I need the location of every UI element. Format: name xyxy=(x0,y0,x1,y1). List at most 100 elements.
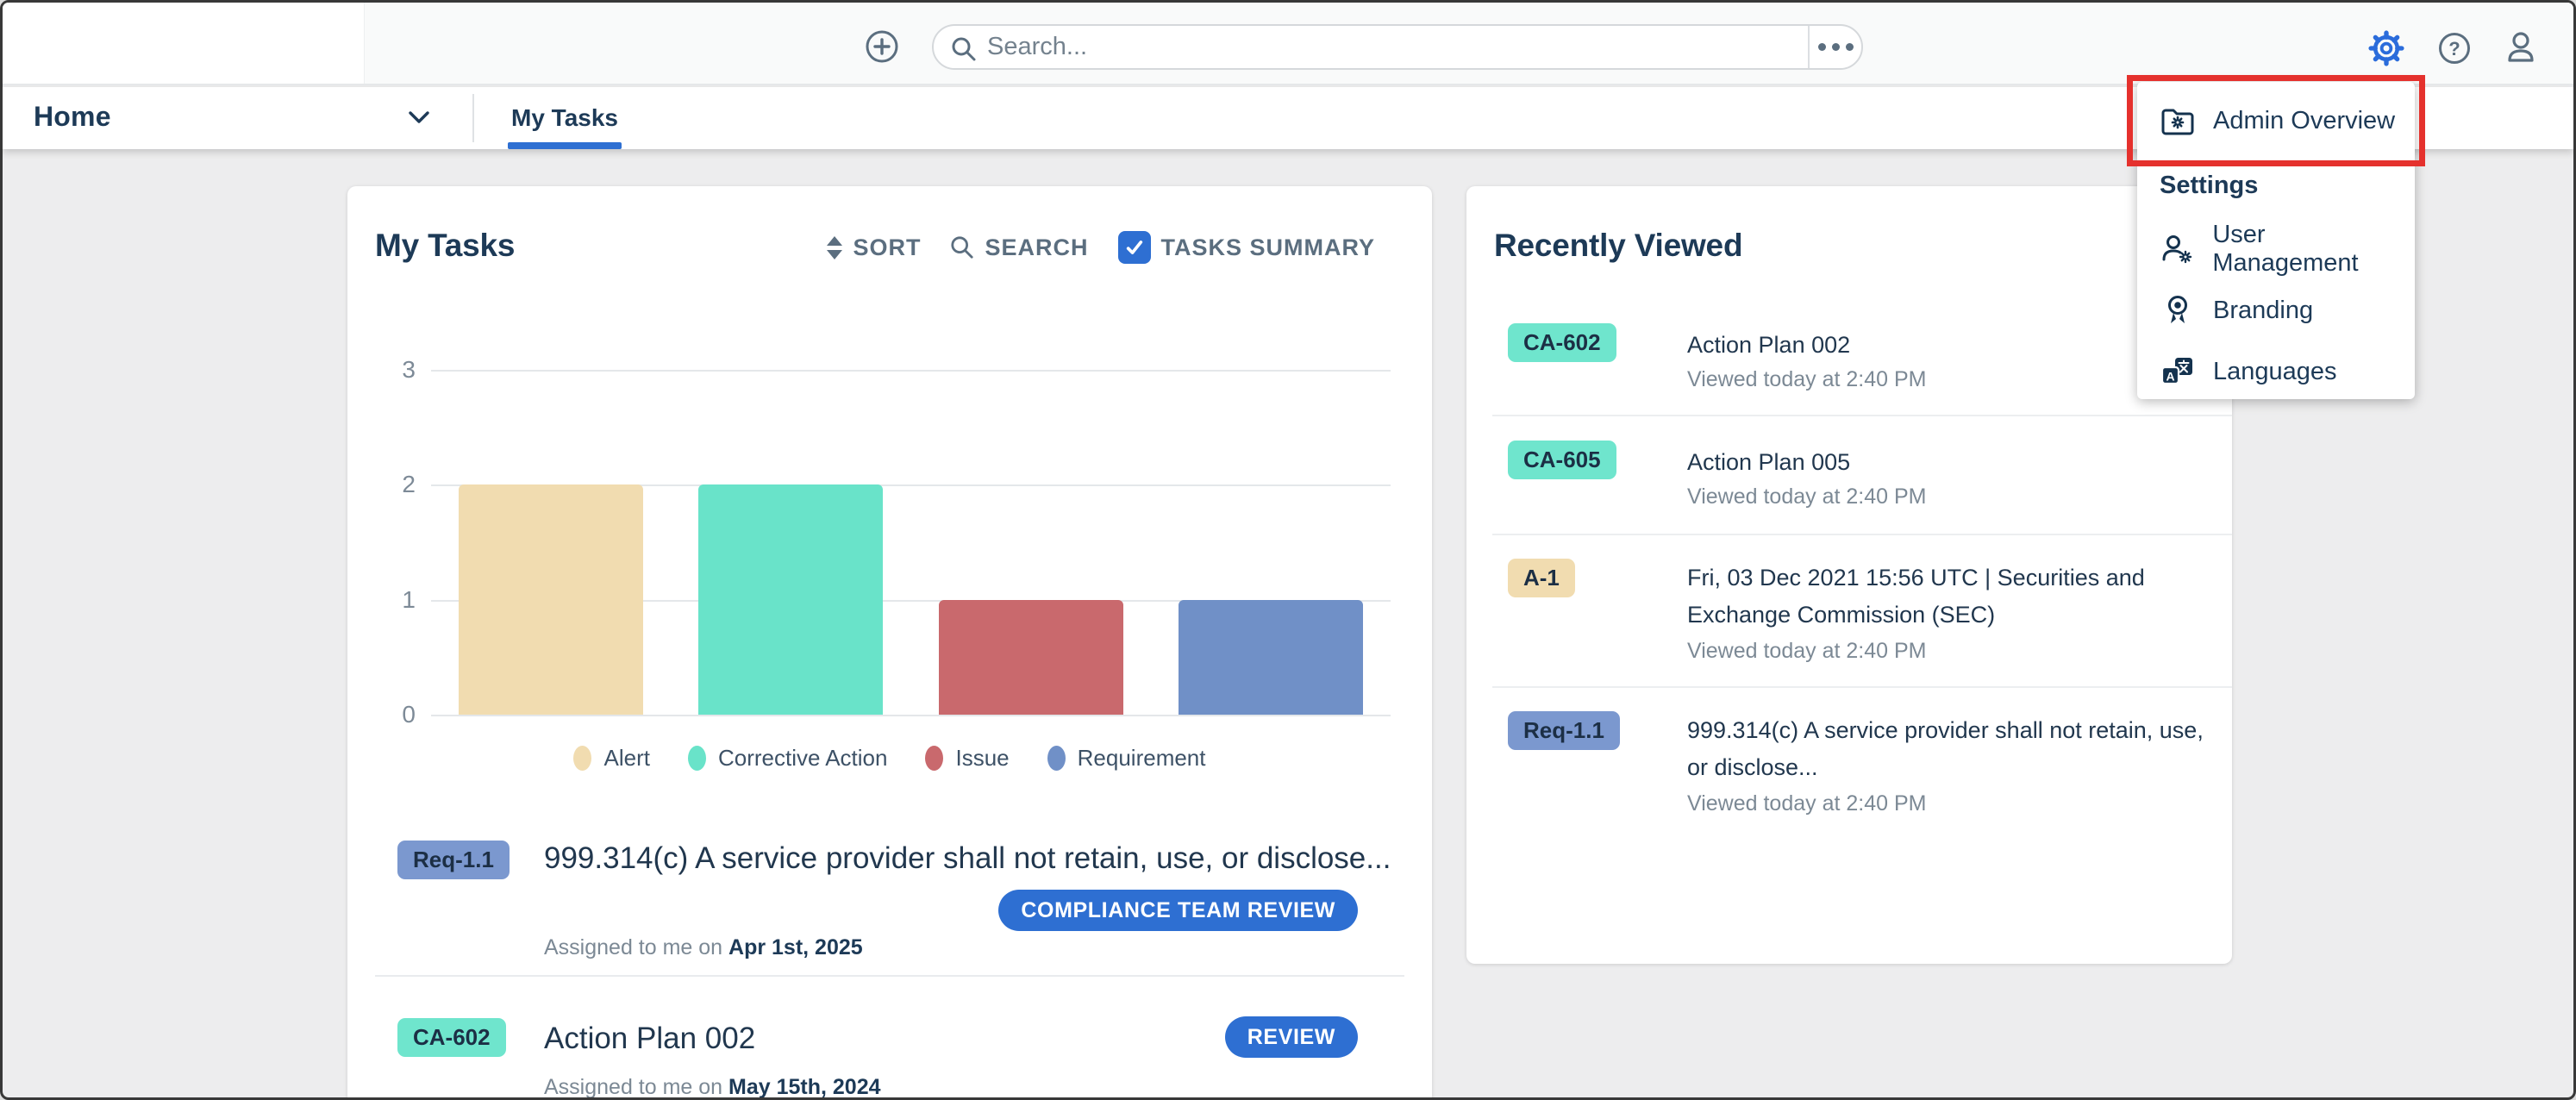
menu-section-settings: Settings xyxy=(2160,172,2258,200)
recent-item[interactable]: CA-602 Action Plan 002 Viewed today at 2… xyxy=(1466,316,2232,412)
tasks-summary-chart: 0123 xyxy=(431,371,1391,716)
recent-viewed-time: Viewed today at 2:40 PM xyxy=(1687,791,1927,816)
recent-title: Action Plan 002 xyxy=(1687,327,2211,364)
recent-item[interactable]: A-1 Fri, 03 Dec 2021 15:56 UTC | Securit… xyxy=(1466,553,2232,684)
active-tab-indicator xyxy=(508,142,622,149)
bar-corrective-action xyxy=(698,484,883,715)
ellipsis-icon xyxy=(1818,43,1826,51)
settings-button[interactable] xyxy=(2367,28,2406,68)
menu-item-user-management[interactable]: User Management xyxy=(2137,227,2415,272)
global-search xyxy=(932,24,1863,70)
recent-item[interactable]: CA-605 Action Plan 005 Viewed today at 2… xyxy=(1466,434,2232,531)
legend-label: Corrective Action xyxy=(718,745,888,772)
legend-item: Corrective Action xyxy=(688,745,888,772)
tab-my-tasks[interactable]: My Tasks xyxy=(492,87,637,149)
add-button[interactable] xyxy=(865,29,899,64)
recent-badge: CA-602 xyxy=(1508,323,1616,362)
bar-issue xyxy=(939,600,1123,715)
tasks-controls: SORT SEARCH TASKS SUMMARY xyxy=(827,231,1375,264)
recent-item[interactable]: Req-1.1 999.314(c) A service provider sh… xyxy=(1466,705,2232,836)
recent-title: 999.314(c) A service provider shall not … xyxy=(1687,712,2211,786)
chevron-down-icon xyxy=(408,109,430,125)
top-bar: ? xyxy=(3,3,2573,85)
help-button[interactable]: ? xyxy=(2437,31,2472,66)
bar-requirement xyxy=(1179,600,1363,715)
recent-title: Action Plan 005 xyxy=(1687,444,2211,481)
task-row: CA-602 Action Plan 002 REVIEW Assigned t… xyxy=(347,1009,1432,1100)
recent-divider xyxy=(1492,534,2232,535)
recent-badge: CA-605 xyxy=(1508,441,1616,479)
search-options-button[interactable] xyxy=(1808,26,1861,68)
recent-badge: Req-1.1 xyxy=(1508,711,1620,750)
legend-item: Issue xyxy=(925,745,1009,772)
legend-item: Requirement xyxy=(1047,745,1206,772)
my-tasks-title: My Tasks xyxy=(375,228,515,264)
search-icon xyxy=(950,235,974,259)
home-label: Home xyxy=(34,101,111,133)
task-row: Req-1.1 999.314(c) A service provider sh… xyxy=(347,826,1432,975)
sort-icon xyxy=(827,236,842,259)
menu-item-languages[interactable]: A Languages xyxy=(2137,349,2415,394)
home-dropdown[interactable]: Home xyxy=(3,87,472,149)
row-divider xyxy=(375,975,1404,977)
search-input[interactable] xyxy=(987,28,1806,66)
bar-alert xyxy=(459,484,643,715)
menu-item-label: Languages xyxy=(2213,358,2337,386)
recent-viewed-time: Viewed today at 2:40 PM xyxy=(1687,639,1927,664)
topbar-left-block xyxy=(3,3,365,84)
task-title[interactable]: 999.314(c) A service provider shall not … xyxy=(544,836,1423,881)
branding-icon xyxy=(2160,294,2196,327)
legend-swatch xyxy=(688,746,706,771)
menu-item-label: User Management xyxy=(2212,221,2415,278)
nav-divider xyxy=(472,94,474,142)
languages-icon: A xyxy=(2160,357,2196,386)
legend-swatch xyxy=(573,746,591,771)
tab-my-tasks-label: My Tasks xyxy=(511,104,618,132)
task-assigned: Assigned to me on May 15th, 2024 xyxy=(544,1075,881,1100)
task-status-button[interactable]: REVIEW xyxy=(1225,1016,1358,1058)
app-window: ? Home My Tasks My Tasks xyxy=(0,0,2576,1100)
my-tasks-panel: My Tasks SORT SEARCH xyxy=(347,186,1432,1100)
recent-badge: A-1 xyxy=(1508,559,1575,597)
legend-label: Issue xyxy=(955,745,1009,772)
tasks-search-button[interactable]: SEARCH xyxy=(950,234,1088,261)
y-tick-label: 3 xyxy=(371,356,416,384)
sort-button[interactable]: SORT xyxy=(827,234,921,261)
legend-label: Alert xyxy=(603,745,649,772)
recent-viewed-time: Viewed today at 2:40 PM xyxy=(1687,367,1927,392)
search-icon xyxy=(951,36,977,62)
y-tick-label: 0 xyxy=(371,701,416,728)
recent-divider xyxy=(1492,415,2232,416)
settings-dropdown-menu: Admin Overview Settings User xyxy=(2137,82,2415,399)
user-management-icon xyxy=(2160,234,2195,265)
grid-line xyxy=(431,715,1391,716)
menu-item-label: Branding xyxy=(2213,297,2313,325)
tasks-summary-toggle[interactable]: TASKS SUMMARY xyxy=(1118,231,1376,264)
task-badge: Req-1.1 xyxy=(397,841,510,879)
recent-viewed-time: Viewed today at 2:40 PM xyxy=(1687,484,1927,509)
recent-title: Fri, 03 Dec 2021 15:56 UTC | Securities … xyxy=(1687,559,2211,634)
user-profile-button[interactable] xyxy=(2503,29,2539,66)
gear-icon xyxy=(2367,28,2406,68)
y-tick-label: 2 xyxy=(371,471,416,498)
chart-legend: Alert Corrective Action Issue Requirement xyxy=(347,745,1432,772)
svg-text:?: ? xyxy=(2448,38,2460,59)
recently-viewed-panel: Recently Viewed CA-602 Action Plan 002 V… xyxy=(1466,186,2232,964)
recently-viewed-title: Recently Viewed xyxy=(1494,228,1742,264)
menu-item-admin-overview[interactable]: Admin Overview xyxy=(2137,82,2415,161)
plus-circle-icon xyxy=(865,29,899,64)
person-icon xyxy=(2503,29,2539,66)
menu-item-branding[interactable]: Branding xyxy=(2137,288,2415,333)
task-assigned: Assigned to me on Apr 1st, 2025 xyxy=(544,935,863,960)
legend-item: Alert xyxy=(573,745,649,772)
task-badge: CA-602 xyxy=(397,1018,506,1057)
legend-label: Requirement xyxy=(1078,745,1206,772)
recent-divider xyxy=(1492,686,2232,688)
tasks-summary-checkbox[interactable] xyxy=(1118,231,1151,264)
check-icon xyxy=(1125,239,1144,256)
legend-swatch xyxy=(925,746,943,771)
task-status-button[interactable]: COMPLIANCE TEAM REVIEW xyxy=(998,890,1358,931)
legend-swatch xyxy=(1047,746,1066,771)
svg-text:A: A xyxy=(2166,370,2174,384)
y-tick-label: 1 xyxy=(371,586,416,614)
